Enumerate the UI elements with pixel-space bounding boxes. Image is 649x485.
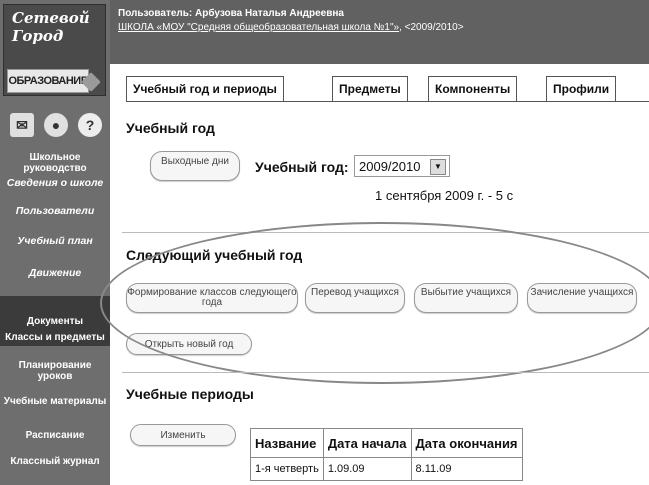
period-name: 1-я четверть [250, 457, 324, 481]
tab-divider [126, 101, 649, 102]
column-header-name: Название [250, 428, 324, 458]
school-year-text: , <2009/2010> [399, 22, 464, 33]
sidebar-item-materials[interactable]: Учебные материалы [0, 396, 110, 407]
tab-components[interactable]: Компоненты [428, 76, 518, 102]
school-info: ШКОЛА «МОУ "Средняя общеобразовательная … [118, 22, 464, 33]
school-link[interactable]: ШКОЛА «МОУ "Средняя общеобразовательная … [118, 22, 399, 33]
sidebar-icons: ✉ ● ? [10, 113, 105, 139]
school-year-value: 2009/2010 [359, 159, 421, 174]
school-year-title: Учебный год [126, 120, 215, 136]
sidebar-item-class-journal[interactable]: Классный журнал [0, 456, 110, 467]
users-icon[interactable]: ● [44, 113, 68, 137]
sidebar-item-users[interactable]: Пользователи [0, 206, 110, 217]
sidebar-item-school-management[interactable]: Школьное руководство [0, 152, 110, 174]
edit-periods-button[interactable]: Изменить [130, 424, 236, 446]
logo[interactable]: Сетевой Город ОБРАЗОВАНИЕ [3, 4, 106, 96]
tab-school-year[interactable]: Учебный год и периоды [126, 76, 284, 102]
sidebar-item-curriculum[interactable]: Учебный план [0, 236, 110, 247]
tab-subjects[interactable]: Предметы [332, 76, 408, 102]
logo-line-1: Сетевой [12, 9, 90, 27]
user-name: Пользователь: Арбузова Наталья Андреевна [118, 8, 344, 19]
sidebar: Сетевой Город ОБРАЗОВАНИЕ ✉ ● ? Школьное… [0, 0, 110, 485]
mail-icon[interactable]: ✉ [10, 113, 34, 137]
sidebar-item-classes[interactable]: Классы и предметы [0, 332, 110, 343]
section-divider [122, 372, 649, 373]
highlight-ellipse [100, 222, 649, 384]
sidebar-item-lesson-planning[interactable]: Планирование уроков [0, 360, 110, 382]
sidebar-item-school-info[interactable]: Сведения о школе [0, 178, 110, 189]
period-end-date: 8.11.09 [410, 457, 523, 481]
school-year-date-range: 1 сентября 2009 г. - 5 с [375, 188, 514, 203]
column-header-end-date: Дата окончания [410, 428, 523, 458]
table-header-row: Название Дата начала Дата окончания [250, 428, 523, 458]
logo-line-3: ОБРАЗОВАНИЕ [7, 69, 89, 93]
periods-title: Учебные периоды [126, 386, 254, 402]
table-row[interactable]: 1-я четверть 1.09.09 8.11.09 [250, 457, 523, 481]
column-header-start-date: Дата начала [322, 428, 412, 458]
school-year-select[interactable]: 2009/2010 ▼ [354, 155, 450, 177]
period-start-date: 1.09.09 [322, 457, 412, 481]
chevron-down-icon[interactable]: ▼ [430, 159, 446, 175]
sidebar-item-movement[interactable]: Движение [0, 268, 110, 279]
holidays-button[interactable]: Выходные дни [150, 151, 240, 181]
sidebar-item-schedule[interactable]: Расписание [0, 430, 110, 441]
periods-table: Название Дата начала Дата окончания 1-я … [250, 428, 523, 481]
help-icon[interactable]: ? [78, 113, 102, 137]
tab-profiles[interactable]: Профили [546, 76, 617, 102]
header: Пользователь: Арбузова Наталья Андреевна… [110, 0, 649, 64]
logo-line-2: Город [12, 27, 64, 45]
school-year-label: Учебный год: [255, 159, 349, 175]
